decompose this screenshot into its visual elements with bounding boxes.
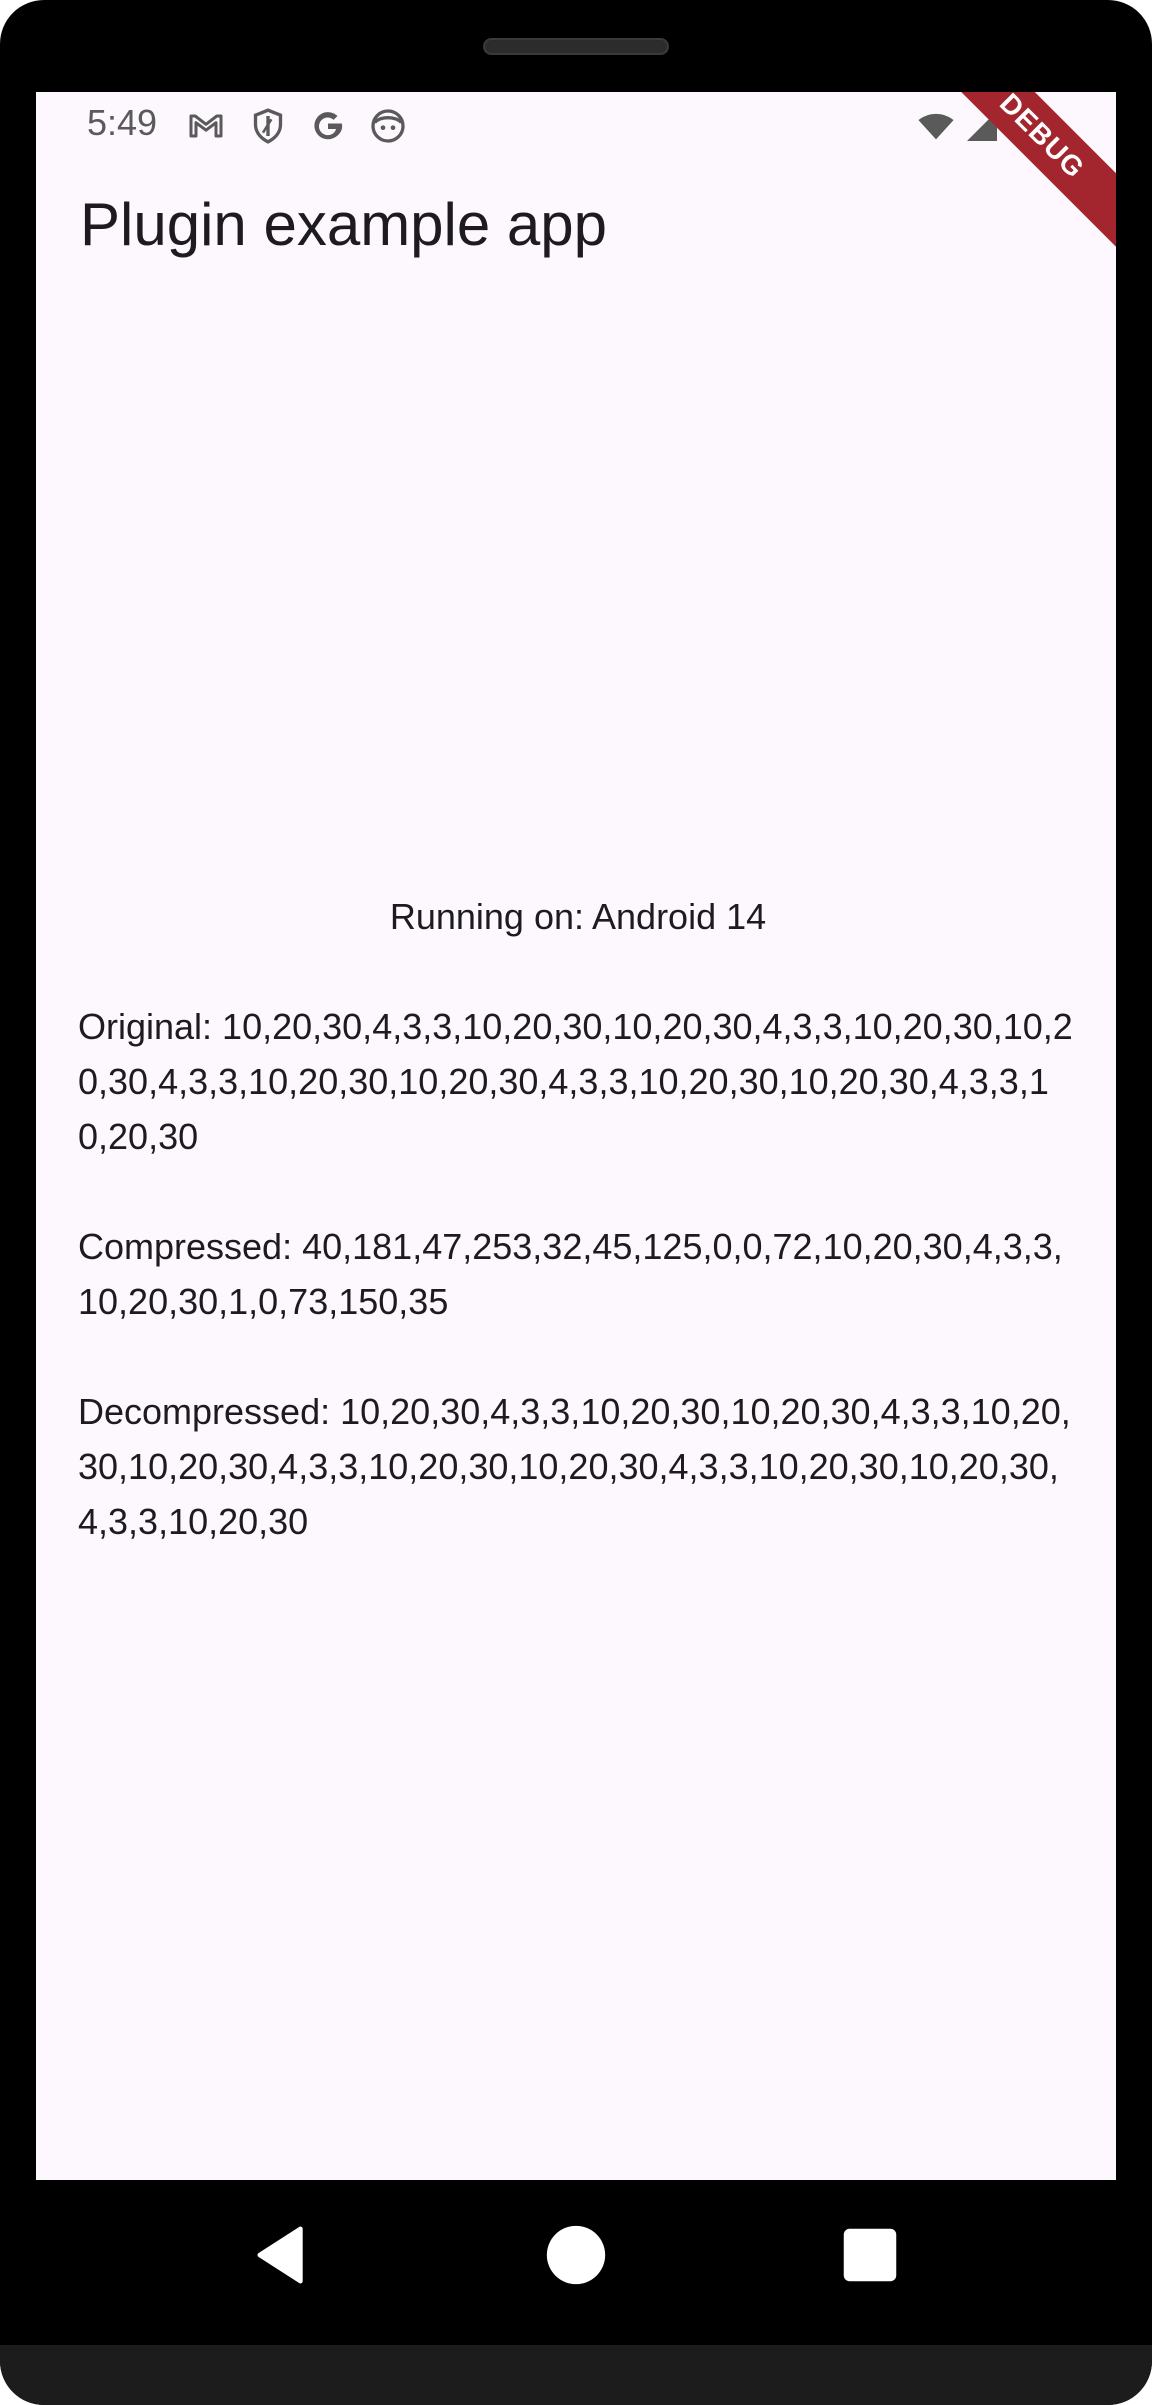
android-face-icon [368,106,408,146]
bottom-bezel [0,2345,1152,2405]
gmail-icon [186,106,226,146]
compressed-data-text: Compressed: 40,181,47,253,32,45,125,0,0,… [78,1226,1063,1322]
wifi-icon [916,106,956,146]
back-icon[interactable] [248,2220,318,2290]
home-icon[interactable] [541,2220,611,2290]
app-screen: 5:49 DEBUG Plugin example app Running on… [36,92,1116,2180]
phone-frame: 5:49 DEBUG Plugin example app Running on… [0,0,1152,2405]
original-data-text: Original: 10,20,30,4,3,3,10,20,30,10,20,… [78,1006,1073,1157]
main-content: Running on: Android 14 Original: 10,20,3… [78,889,1078,1549]
shield-icon [248,106,288,146]
recents-icon[interactable] [835,2220,905,2290]
status-bar: 5:49 [36,92,1116,158]
navigation-bar [0,2180,1152,2345]
running-on-text: Running on: Android 14 [389,896,767,937]
status-time: 5:49 [87,102,158,143]
app-bar-title: Plugin example app [80,191,608,258]
decompressed-data-text: Decompressed: 10,20,30,4,3,3,10,20,30,10… [78,1391,1071,1542]
google-icon [308,106,348,146]
earpiece-speaker [483,38,669,55]
